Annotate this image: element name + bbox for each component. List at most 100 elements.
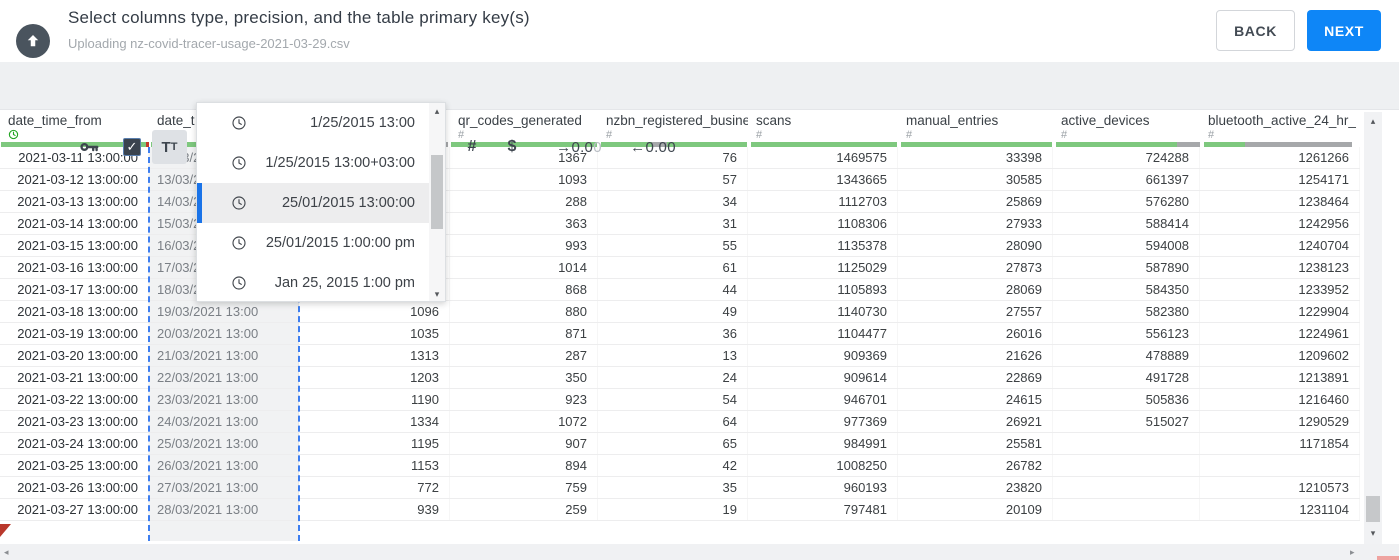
table-cell[interactable]: 939 bbox=[299, 499, 450, 520]
table-cell[interactable]: 26/03/2021 13:00 bbox=[149, 455, 299, 476]
table-cell[interactable]: 23820 bbox=[898, 477, 1053, 498]
column-header-bluetooth_active_24_hr_[interactable]: bluetooth_active_24_hr_ # bbox=[1200, 110, 1360, 142]
table-cell[interactable]: 25/03/2021 13:00 bbox=[149, 433, 299, 454]
table-cell[interactable]: 22/03/2021 13:00 bbox=[149, 367, 299, 388]
table-cell[interactable]: 65 bbox=[598, 433, 748, 454]
table-cell[interactable]: 2021-03-13 13:00:00 bbox=[0, 191, 149, 212]
table-cell[interactable]: 907 bbox=[450, 433, 598, 454]
table-cell[interactable]: 49 bbox=[598, 301, 748, 322]
table-cell[interactable]: 350 bbox=[450, 367, 598, 388]
table-cell[interactable]: 1190 bbox=[299, 389, 450, 410]
table-cell[interactable]: 1213891 bbox=[1200, 367, 1360, 388]
increase-precision-button[interactable]: →0.0 0 bbox=[548, 130, 610, 164]
table-cell[interactable]: 363 bbox=[450, 213, 598, 234]
table-cell[interactable]: 984991 bbox=[748, 433, 898, 454]
next-button[interactable]: NEXT bbox=[1307, 10, 1381, 51]
table-cell[interactable]: 2021-03-19 13:00:00 bbox=[0, 323, 149, 344]
table-cell[interactable]: 661397 bbox=[1053, 169, 1200, 190]
table-cell[interactable]: 2021-03-27 13:00:00 bbox=[0, 499, 149, 520]
dropdown-item[interactable]: Jan 25, 2015 1:00 pm bbox=[197, 263, 445, 303]
table-cell[interactable]: 1334 bbox=[299, 411, 450, 432]
table-cell[interactable]: 34 bbox=[598, 191, 748, 212]
table-cell[interactable]: 26782 bbox=[898, 455, 1053, 476]
table-cell[interactable]: 1093 bbox=[450, 169, 598, 190]
table-cell[interactable]: 909614 bbox=[748, 367, 898, 388]
dropdown-item[interactable]: 25/01/2015 1:00:00 pm bbox=[197, 223, 445, 263]
table-cell[interactable]: 588414 bbox=[1053, 213, 1200, 234]
table-cell[interactable]: 724288 bbox=[1053, 147, 1200, 168]
table-cell[interactable]: 1224961 bbox=[1200, 323, 1360, 344]
table-cell[interactable]: 2021-03-23 13:00:00 bbox=[0, 411, 149, 432]
table-cell[interactable]: 30585 bbox=[898, 169, 1053, 190]
table-cell[interactable]: 1229904 bbox=[1200, 301, 1360, 322]
table-cell[interactable]: 22869 bbox=[898, 367, 1053, 388]
table-cell[interactable] bbox=[1200, 455, 1360, 476]
table-cell[interactable]: 515027 bbox=[1053, 411, 1200, 432]
table-cell[interactable]: 582380 bbox=[1053, 301, 1200, 322]
table-cell[interactable]: 1014 bbox=[450, 257, 598, 278]
scroll-down-icon[interactable]: ▾ bbox=[1364, 528, 1382, 539]
table-cell[interactable]: 1203 bbox=[299, 367, 450, 388]
column-header-active_devices[interactable]: active_devices # bbox=[1053, 110, 1200, 142]
table-cell[interactable]: 55 bbox=[598, 235, 748, 256]
table-cell[interactable]: 1135378 bbox=[748, 235, 898, 256]
table-cell[interactable]: 287 bbox=[450, 345, 598, 366]
table-cell[interactable]: 1469575 bbox=[748, 147, 898, 168]
dropdown-item[interactable]: 1/25/2015 13:00 bbox=[197, 103, 445, 143]
dropdown-item[interactable]: 1/25/2015 13:00+03:00 bbox=[197, 143, 445, 183]
table-cell[interactable]: 2021-03-17 13:00:00 bbox=[0, 279, 149, 300]
table-cell[interactable]: 1112703 bbox=[748, 191, 898, 212]
table-cell[interactable]: 2021-03-14 13:00:00 bbox=[0, 213, 149, 234]
table-cell[interactable]: 2021-03-15 13:00:00 bbox=[0, 235, 149, 256]
table-cell[interactable]: 594008 bbox=[1053, 235, 1200, 256]
table-cell[interactable]: 2021-03-24 13:00:00 bbox=[0, 433, 149, 454]
dropdown-scroll-up-icon[interactable]: ▴ bbox=[429, 106, 445, 117]
scroll-up-icon[interactable]: ▴ bbox=[1364, 116, 1382, 127]
table-cell[interactable]: 2021-03-12 13:00:00 bbox=[0, 169, 149, 190]
table-cell[interactable]: 1140730 bbox=[748, 301, 898, 322]
table-cell[interactable]: 478889 bbox=[1053, 345, 1200, 366]
table-cell[interactable]: 880 bbox=[450, 301, 598, 322]
table-cell[interactable]: 772 bbox=[299, 477, 450, 498]
dropdown-item-selected[interactable]: 25/01/2015 13:00:00 bbox=[197, 183, 445, 223]
table-cell[interactable]: 1343665 bbox=[748, 169, 898, 190]
table-cell[interactable]: 1072 bbox=[450, 411, 598, 432]
table-cell[interactable]: 42 bbox=[598, 455, 748, 476]
table-cell[interactable]: 2021-03-18 13:00:00 bbox=[0, 301, 149, 322]
table-cell[interactable]: 1125029 bbox=[748, 257, 898, 278]
table-cell[interactable]: 21626 bbox=[898, 345, 1053, 366]
table-cell[interactable]: 797481 bbox=[748, 499, 898, 520]
table-cell[interactable]: 27/03/2021 13:00 bbox=[149, 477, 299, 498]
table-cell[interactable]: 909369 bbox=[748, 345, 898, 366]
table-cell[interactable]: 1238464 bbox=[1200, 191, 1360, 212]
table-cell[interactable]: 1240704 bbox=[1200, 235, 1360, 256]
table-cell[interactable]: 993 bbox=[450, 235, 598, 256]
table-cell[interactable] bbox=[1053, 477, 1200, 498]
table-cell[interactable]: 64 bbox=[598, 411, 748, 432]
table-cell[interactable]: 556123 bbox=[1053, 323, 1200, 344]
table-cell[interactable]: 2021-03-20 13:00:00 bbox=[0, 345, 149, 366]
table-cell[interactable]: 57 bbox=[598, 169, 748, 190]
table-cell[interactable]: 21/03/2021 13:00 bbox=[149, 345, 299, 366]
table-cell[interactable]: 1108306 bbox=[748, 213, 898, 234]
table-cell[interactable]: 27557 bbox=[898, 301, 1053, 322]
table-cell[interactable]: 20109 bbox=[898, 499, 1053, 520]
table-cell[interactable] bbox=[1053, 455, 1200, 476]
table-cell[interactable]: 1096 bbox=[299, 301, 450, 322]
number-type-button[interactable]: # bbox=[462, 130, 482, 164]
table-cell[interactable]: 1210573 bbox=[1200, 477, 1360, 498]
table-cell[interactable] bbox=[1053, 433, 1200, 454]
column-header-manual_entries[interactable]: manual_entries # bbox=[898, 110, 1053, 142]
table-cell[interactable]: 24615 bbox=[898, 389, 1053, 410]
table-cell[interactable]: 491728 bbox=[1053, 367, 1200, 388]
table-cell[interactable]: 36 bbox=[598, 323, 748, 344]
scroll-right-icon[interactable]: ▸ bbox=[1350, 547, 1355, 558]
back-button[interactable]: BACK bbox=[1216, 10, 1295, 51]
table-cell[interactable]: 25581 bbox=[898, 433, 1053, 454]
table-cell[interactable]: 1238123 bbox=[1200, 257, 1360, 278]
table-cell[interactable]: 19/03/2021 13:00 bbox=[149, 301, 299, 322]
column-header-scans[interactable]: scans # bbox=[748, 110, 898, 142]
table-cell[interactable]: 27873 bbox=[898, 257, 1053, 278]
table-cell[interactable]: 27933 bbox=[898, 213, 1053, 234]
table-cell[interactable]: 1195 bbox=[299, 433, 450, 454]
